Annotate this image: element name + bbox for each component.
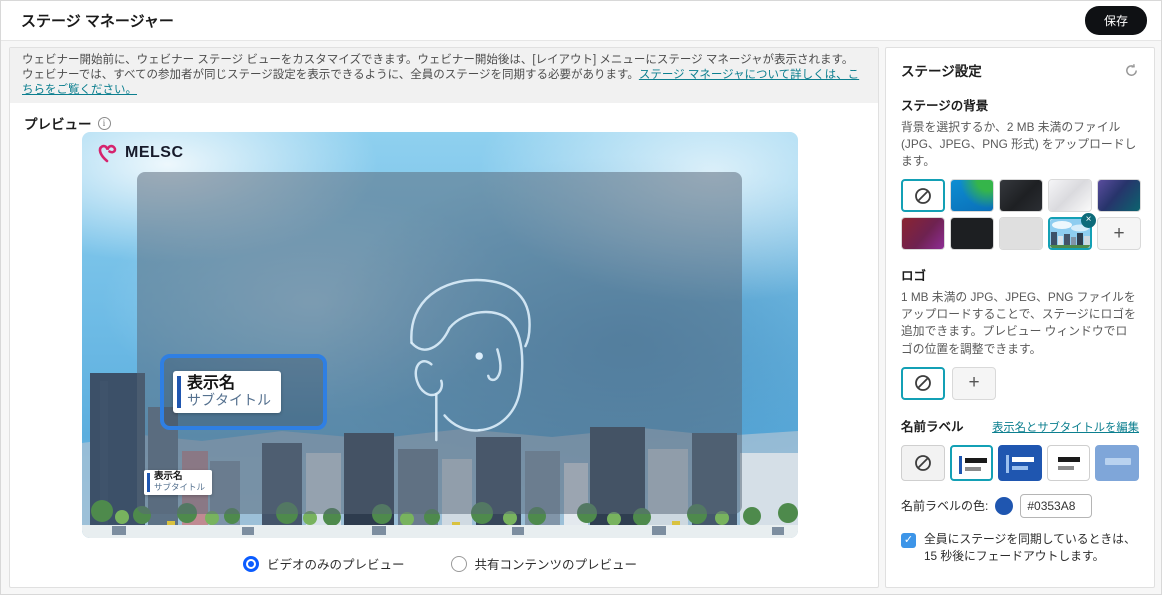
stage-settings-panel: ステージ設定 ステージの背景 背景を選択するか、2 MB 未満のファイル (JP…: [885, 47, 1155, 588]
stage-preview[interactable]: MELSC 表示名 サブタイトル 表示名 サブタイトル: [82, 132, 798, 538]
sync-fadeout-label: 全員にステージを同期しているときは、15 秒後にフェードアウトします。: [924, 531, 1136, 564]
preview-panel: ウェビナー開始前に、ウェビナー ステージ ビューをカスタマイズできます。ウェビナ…: [9, 47, 879, 588]
plus-icon: +: [1113, 222, 1125, 244]
preview-title: プレビュー: [24, 117, 92, 132]
radio-shared-label: 共有コンテンツのプレビュー: [474, 558, 638, 572]
radio-shared-content[interactable]: 共有コンテンツのプレビュー: [450, 554, 638, 573]
label-color-input[interactable]: [1020, 493, 1093, 518]
banner-line2: ウェビナーでは、すべての参加者が同じステージ設定を表示できるように、全員のステー…: [22, 69, 639, 81]
banner-line1: ウェビナー開始前に、ウェビナー ステージ ビューをカスタマイズできます。ウェビナ…: [22, 54, 854, 66]
refresh-icon[interactable]: [1124, 63, 1139, 78]
add-logo-button[interactable]: +: [952, 366, 996, 400]
avatar-placeholder-icon: [410, 278, 531, 442]
top-header: ステージ マネージャー 保存: [1, 1, 1161, 41]
none-icon: [915, 187, 931, 204]
background-thumbnail-grid: × +: [901, 179, 1141, 251]
label-style-white-selected[interactable]: [949, 444, 994, 481]
name-label-drag-handle[interactable]: 表示名 サブタイトル: [160, 354, 327, 430]
radio-selected-icon: [242, 555, 259, 572]
label-style-plain[interactable]: [1046, 444, 1091, 481]
display-name-text: 表示名: [187, 374, 236, 392]
background-thumbnail-red-purple[interactable]: [901, 217, 945, 251]
name-label-section-title: 名前ラベル: [901, 419, 964, 434]
label-color-caption: 名前ラベルの色:: [901, 499, 989, 514]
background-thumbnail-none[interactable]: [901, 179, 945, 213]
radio-video-only[interactable]: ビデオのみのプレビュー: [242, 554, 405, 573]
info-icon[interactable]: i: [97, 116, 111, 130]
preview-heading: プレビュー i: [24, 113, 878, 133]
label-color-row: 名前ラベルの色:: [901, 493, 1139, 518]
close-icon: ×: [1085, 214, 1092, 226]
logo-section-title: ロゴ: [901, 269, 927, 284]
radio-video-label: ビデオのみのプレビュー: [266, 558, 405, 572]
label-style-none[interactable]: [901, 444, 945, 481]
check-icon: ✓: [903, 533, 914, 546]
edit-display-name-link[interactable]: 表示名とサブタイトルを編集: [992, 419, 1139, 435]
background-thumbnail-gray[interactable]: [999, 217, 1043, 251]
brand-text: MELSC: [125, 144, 184, 161]
stage-manager-page: ステージ マネージャー 保存 ウェビナー開始前に、ウェビナー ステージ ビューを…: [0, 0, 1162, 595]
add-background-button[interactable]: +: [1097, 217, 1141, 251]
background-thumbnail-light-silk[interactable]: [1048, 179, 1092, 213]
background-section-title: ステージの背景: [901, 99, 989, 113]
subtitle-text-small: サブタイトル: [154, 481, 206, 492]
logo-options: +: [901, 366, 1139, 400]
background-thumbnail-dark-wave[interactable]: [999, 179, 1043, 213]
brand-heart-icon: [98, 144, 117, 163]
sync-fadeout-option: ✓ 全員にステージを同期しているときは、15 秒後にフェードアウトします。: [901, 531, 1139, 566]
background-thumbnail-black[interactable]: [950, 217, 994, 251]
name-label-chip-small: 表示名 サブタイトル: [144, 470, 213, 495]
logo-none-button[interactable]: [901, 366, 945, 400]
name-label-style-options: [901, 444, 1139, 481]
radio-unselected-icon: [450, 555, 467, 572]
info-banner: ウェビナー開始前に、ウェビナー ステージ ビューをカスタマイズできます。ウェビナ…: [10, 48, 878, 103]
label-style-blue[interactable]: [998, 444, 1042, 481]
sync-fadeout-checkbox[interactable]: ✓: [901, 532, 916, 548]
label-style-translucent[interactable]: [1095, 444, 1139, 481]
none-icon: [915, 375, 931, 392]
plus-icon: +: [968, 372, 980, 394]
stage-logo[interactable]: MELSC: [96, 142, 184, 164]
subtitle-text: サブタイトル: [187, 391, 271, 408]
background-thumbnail-purple-teal[interactable]: [1097, 179, 1141, 213]
name-label-chip: 表示名 サブタイトル: [173, 370, 281, 414]
logo-section-description: 1 MB 未満の JPG、JPEG、PNG ファイルをアップロードすることで、ス…: [901, 290, 1136, 356]
preview-mode-radios: ビデオのみのプレビュー 共有コンテンツのプレビュー: [82, 554, 798, 573]
none-icon: [914, 454, 931, 471]
label-color-swatch[interactable]: [995, 496, 1014, 515]
background-section-description: 背景を選択するか、2 MB 未満のファイル (JPG、JPEG、PNG 形式) …: [901, 120, 1137, 169]
save-button[interactable]: 保存: [1084, 6, 1147, 35]
settings-title: ステージ設定: [901, 64, 982, 79]
remove-background-button[interactable]: ×: [1081, 213, 1096, 229]
background-thumbnail-city-selected[interactable]: ×: [1048, 213, 1096, 251]
page-title: ステージ マネージャー: [21, 13, 174, 30]
background-thumbnail-blue-green[interactable]: [950, 179, 994, 213]
